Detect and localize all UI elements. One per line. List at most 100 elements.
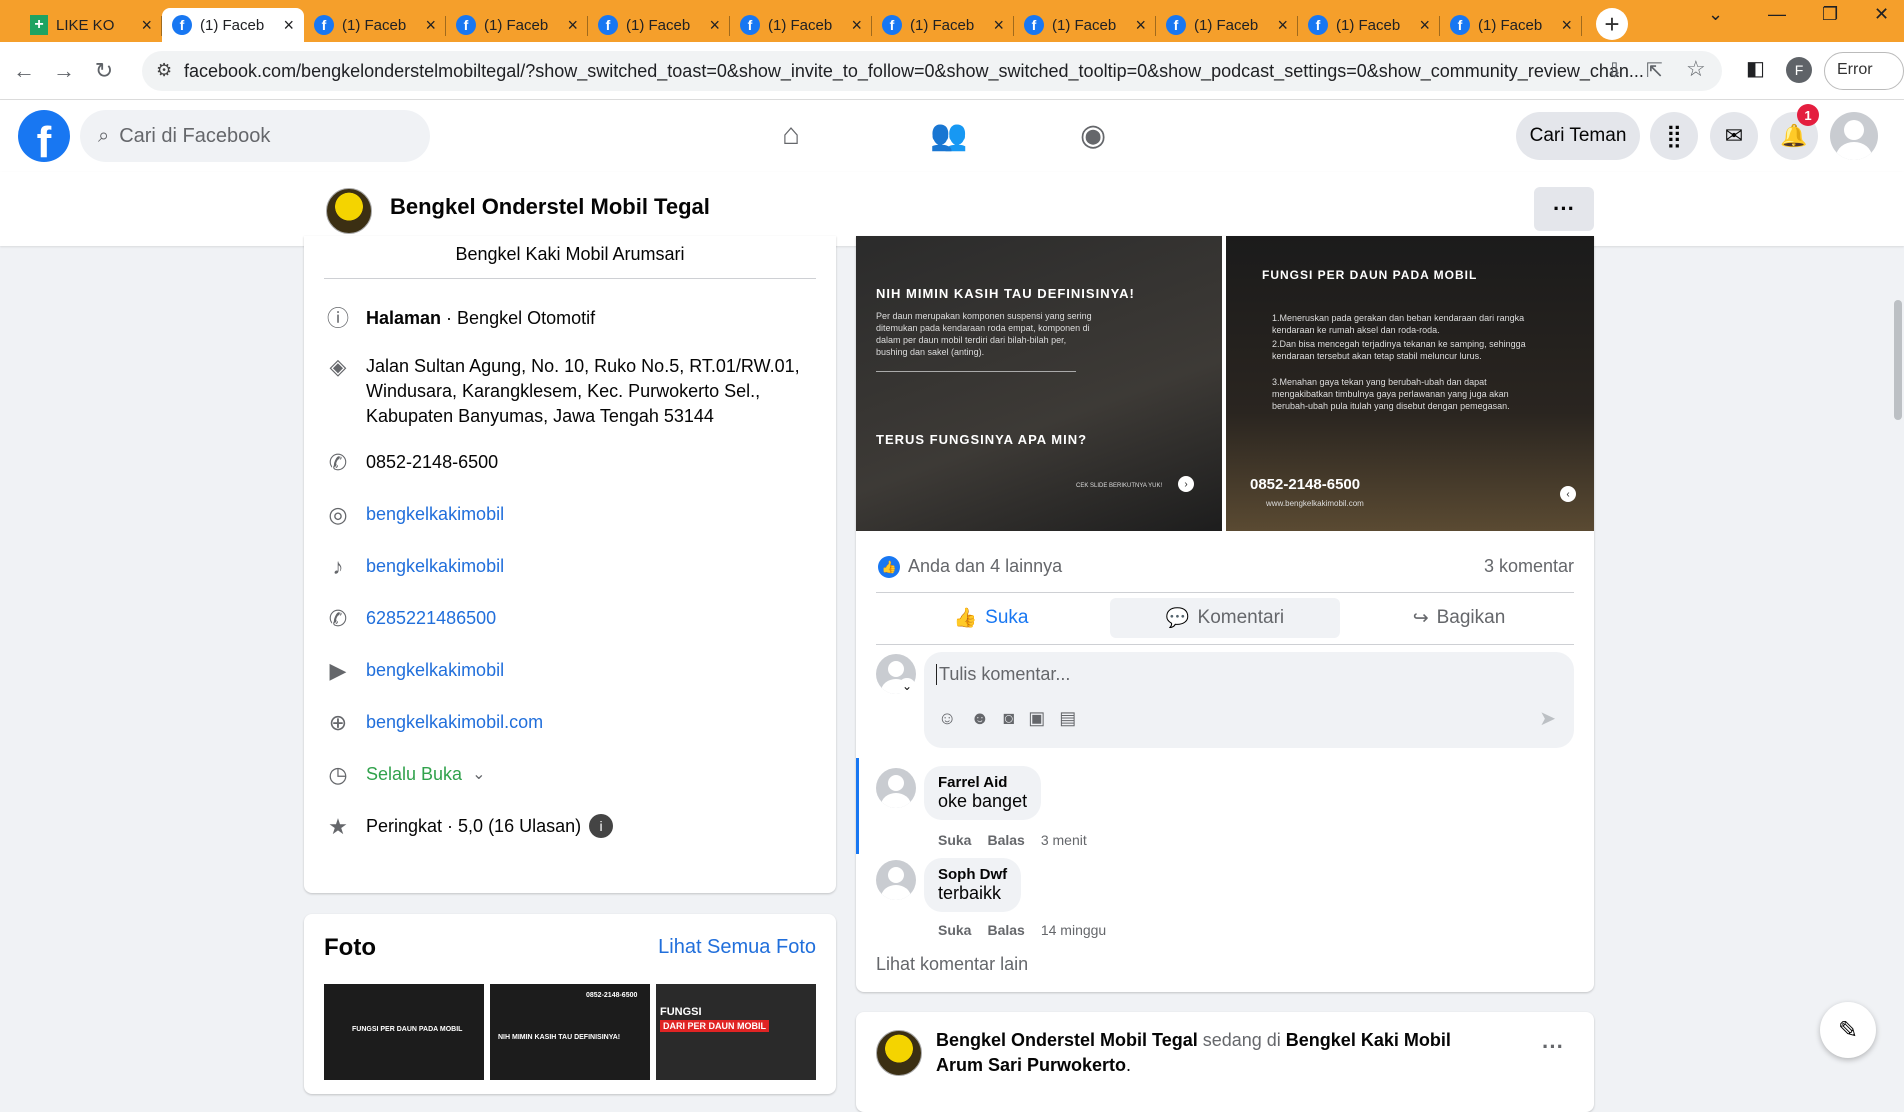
browser-tab[interactable]: f (1) Faceb × [1014, 8, 1156, 42]
commenter-name-2[interactable]: Soph Dwf [938, 866, 1007, 883]
commenter-name-1[interactable]: Farrel Aid [938, 774, 1027, 791]
new-tab-button[interactable]: + [1596, 8, 1628, 40]
install-icon[interactable]: ⇩ [1606, 58, 1623, 83]
browser-tab[interactable]: f (1) Faceb × [446, 8, 588, 42]
see-all-photos-link[interactable]: Lihat Semua Foto [658, 936, 816, 959]
page-logo[interactable] [326, 188, 372, 234]
photo-thumb-2[interactable]: 0852-2148-6500 NIH MIMIN KASIH TAU DEFIN… [490, 984, 650, 1080]
account-avatar[interactable] [1830, 112, 1878, 160]
tab-close-icon[interactable]: × [993, 15, 1004, 36]
reactions-text[interactable]: Anda dan 4 lainnya [908, 556, 1062, 577]
post2-author-avatar[interactable] [876, 1030, 922, 1076]
website-link[interactable]: bengkelkakimobil.com [366, 710, 543, 735]
browser-tab[interactable]: f (1) Faceb × [730, 8, 872, 42]
browser-tab[interactable]: f (1) Faceb × [1156, 8, 1298, 42]
browser-tab[interactable]: f (1) Faceb × [872, 8, 1014, 42]
comment-reply-2[interactable]: Balas [987, 922, 1024, 938]
carousel-prev-icon[interactable]: ‹ [1560, 486, 1576, 502]
sticker-icon[interactable]: ▤ [1059, 708, 1090, 728]
error-button[interactable]: Error [1824, 52, 1904, 90]
find-friends-button[interactable]: Cari Teman [1516, 112, 1640, 160]
post-image-1[interactable]: NIH MIMIN KASIH TAU DEFINISINYA! Per dau… [856, 236, 1222, 531]
emoji-icon[interactable]: ☻ [970, 708, 1003, 728]
groups-icon[interactable]: ◉ [1080, 118, 1106, 153]
photo-thumb-3[interactable]: FUNGSI DARI PER DAUN MOBIL [656, 984, 816, 1080]
commenter-avatar-1[interactable] [876, 768, 916, 808]
photo-thumb-1[interactable]: FUNGSI PER DAUN PADA MOBIL [324, 984, 484, 1080]
tab-close-icon[interactable]: × [851, 15, 862, 36]
chevron-down-icon[interactable]: ⌄ [472, 762, 485, 787]
tab-close-icon[interactable]: × [1135, 15, 1146, 36]
tab-close-icon[interactable]: × [567, 15, 578, 36]
comment-box[interactable]: Tulis komentar... ☺☻◙▣▤ ➤ [924, 652, 1574, 748]
close-window-icon[interactable]: ✕ [1874, 4, 1889, 25]
bookmark-star-icon[interactable]: ☆ [1686, 56, 1706, 82]
site-info-icon[interactable]: ⚙ [156, 60, 172, 81]
tab-close-icon[interactable]: × [425, 15, 436, 36]
tab-close-icon[interactable]: × [283, 15, 294, 36]
comment-reply-1[interactable]: Balas [987, 832, 1024, 848]
youtube-link[interactable]: bengkelkakimobil [366, 658, 504, 683]
browser-tab[interactable]: f (1) Faceb × [1440, 8, 1582, 42]
comment-input[interactable]: Tulis komentar... [936, 664, 1070, 685]
comment-like-2[interactable]: Suka [938, 922, 971, 938]
tab-close-icon[interactable]: × [1561, 15, 1572, 36]
comment-count[interactable]: 3 komentar [1484, 556, 1574, 577]
post2-author[interactable]: Bengkel Onderstel Mobil Tegal [936, 1030, 1198, 1050]
browser-tab[interactable]: f (1) Faceb × [1298, 8, 1440, 42]
profile-avatar[interactable]: F [1786, 57, 1812, 83]
post-image-2[interactable]: FUNGSI PER DAUN PADA MOBIL 1.Meneruskan … [1226, 236, 1594, 531]
facebook-favicon-icon: f [1166, 15, 1186, 35]
forward-icon[interactable]: → [44, 58, 84, 84]
comment-time-2[interactable]: 14 minggu [1041, 922, 1106, 938]
youtube-icon: ▶ [329, 658, 347, 683]
comment-button[interactable]: 💬 Komentari [1110, 598, 1340, 638]
send-icon[interactable]: ➤ [1539, 706, 1556, 731]
comment-like-1[interactable]: Suka [938, 832, 971, 848]
hours-text[interactable]: Selalu Buka [366, 762, 462, 787]
commenter-avatar-2[interactable] [876, 860, 916, 900]
tiktok-link[interactable]: bengkelkakimobil [366, 554, 504, 579]
camera-icon[interactable]: ◙ [1003, 708, 1028, 728]
reload-icon[interactable]: ↻ [84, 58, 124, 84]
url-text: facebook.com/bengkelonderstelmobiltegal/… [184, 60, 1644, 81]
avatar-switch-chevron-icon[interactable]: ⌄ [898, 678, 916, 696]
tab-close-icon[interactable]: × [1277, 15, 1288, 36]
new-message-icon[interactable]: ✎ [1820, 1002, 1876, 1058]
side-panel-icon[interactable]: ◧ [1746, 56, 1765, 81]
share-button[interactable]: ↪ Bagikan [1344, 598, 1574, 638]
tab-close-icon[interactable]: × [709, 15, 720, 36]
more-comments-link[interactable]: Lihat komentar lain [876, 954, 1028, 975]
gif-icon[interactable]: ▣ [1028, 708, 1059, 728]
instagram-link[interactable]: bengkelkakimobil [366, 502, 504, 527]
back-icon[interactable]: ← [4, 58, 44, 84]
whatsapp-link[interactable]: 6285221486500 [366, 606, 496, 631]
tab-title: LIKE KO [56, 16, 115, 34]
messenger-icon[interactable]: ✉ [1710, 112, 1758, 160]
rating-info-icon[interactable]: i [589, 814, 614, 838]
friends-icon[interactable]: 👥 [930, 118, 967, 153]
tab-search-icon[interactable]: ⌄ [1708, 4, 1723, 25]
address-bar[interactable]: ⚙ facebook.com/bengkelonderstelmobiltega… [142, 51, 1722, 91]
avatar-sticker-icon[interactable]: ☺ [938, 708, 970, 728]
facebook-search[interactable]: ⌕ Cari di Facebook [80, 110, 430, 162]
tab-close-icon[interactable]: × [1419, 15, 1430, 36]
browser-tab[interactable]: f (1) Faceb × [304, 8, 446, 42]
post2-more-icon[interactable]: ··· [1542, 1034, 1564, 1060]
tab-close-icon[interactable]: × [141, 15, 152, 36]
page-scrollbar[interactable] [1894, 300, 1902, 420]
page-more-button[interactable]: ··· [1534, 187, 1594, 231]
home-icon[interactable]: ⌂ [782, 118, 800, 152]
like-button[interactable]: 👍 Suka [876, 598, 1106, 638]
restore-icon[interactable]: ❐ [1822, 4, 1838, 25]
browser-tab[interactable]: f (1) Faceb × [162, 8, 304, 42]
browser-tab[interactable]: f (1) Faceb × [588, 8, 730, 42]
hours-row[interactable]: ◷ Selalu Buka ⌄ [324, 762, 485, 790]
comment-time-1[interactable]: 3 menit [1041, 832, 1087, 848]
browser-tab[interactable]: + LIKE KO × [20, 8, 162, 42]
minimize-icon[interactable]: — [1768, 4, 1786, 25]
share-page-icon[interactable]: ⇱ [1646, 58, 1663, 83]
menu-grid-icon[interactable]: ⣿ [1650, 112, 1698, 160]
facebook-logo[interactable]: f [18, 110, 70, 162]
page-name[interactable]: Bengkel Onderstel Mobil Tegal [390, 194, 710, 220]
